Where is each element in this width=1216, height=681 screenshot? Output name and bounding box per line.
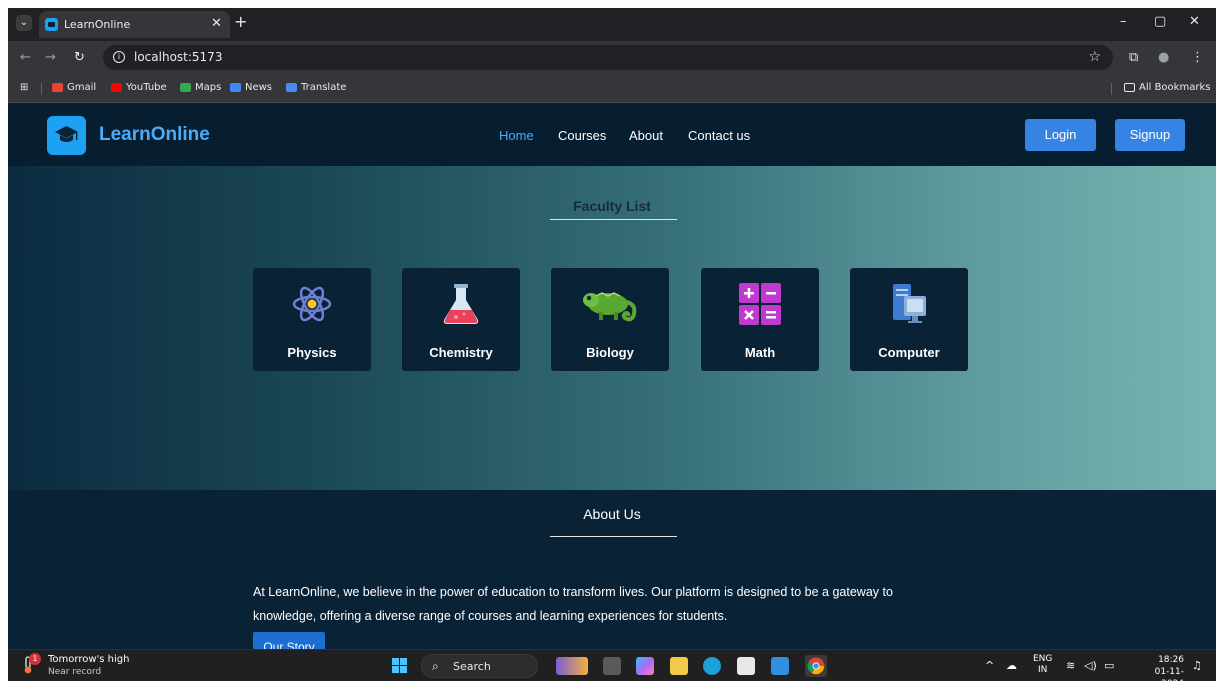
tab-search-chevron-icon[interactable]: ⌄ xyxy=(16,15,32,31)
search-icon: ⌕ xyxy=(432,659,439,673)
copilot-icon[interactable] xyxy=(636,657,654,675)
restore-button[interactable]: ▢ xyxy=(1154,14,1166,29)
bookmark-star-icon[interactable]: ☆ xyxy=(1088,49,1101,65)
windows-start-icon[interactable] xyxy=(392,658,408,674)
weather-headline[interactable]: Tomorrow's high xyxy=(48,654,129,665)
our-story-button[interactable]: Our Story xyxy=(253,632,325,649)
graduation-cap-icon xyxy=(55,126,78,142)
faculty-label: Biology xyxy=(586,345,634,360)
login-button[interactable]: Login xyxy=(1025,119,1096,151)
nav-courses[interactable]: Courses xyxy=(558,128,606,143)
chrome-active-slot[interactable] xyxy=(805,655,827,677)
vscode-icon[interactable] xyxy=(771,657,789,675)
profile-avatar[interactable]: ● xyxy=(1158,50,1169,65)
notification-bell-icon[interactable]: ♫ xyxy=(1192,659,1202,672)
minimize-button[interactable]: – xyxy=(1120,14,1127,29)
faculty-card-chemistry[interactable]: Chemistry xyxy=(402,268,520,371)
browser-toolbar: ← → ↻ i localhost:5173 ☆ ⧉ ● ⋮ xyxy=(8,41,1216,75)
taskbar: 1 Tomorrow's high Near record ⌕ Search ^… xyxy=(8,649,1216,681)
forward-icon[interactable]: → xyxy=(45,50,56,65)
faculty-label: Computer xyxy=(878,345,940,360)
signup-button[interactable]: Signup xyxy=(1115,119,1185,151)
volume-icon[interactable]: ◁) xyxy=(1084,659,1097,672)
bookmark-translate[interactable]: Translate xyxy=(286,82,346,93)
atom-icon xyxy=(292,286,332,322)
weather-badge: 1 xyxy=(29,653,41,665)
browser-tab[interactable]: LearnOnline ✕ xyxy=(39,11,230,38)
edge-icon[interactable] xyxy=(703,657,721,675)
bookmark-separator xyxy=(1111,83,1112,95)
brand-name[interactable]: LearnOnline xyxy=(99,124,210,146)
faculty-card-math[interactable]: Math xyxy=(701,268,819,371)
store-icon[interactable] xyxy=(737,657,755,675)
faculty-label: Chemistry xyxy=(429,345,493,360)
chameleon-icon xyxy=(583,292,637,322)
faculty-title-underline xyxy=(550,219,677,220)
new-tab-button[interactable]: + xyxy=(234,12,247,31)
taskbar-search[interactable]: ⌕ Search xyxy=(421,654,538,678)
all-bookmarks[interactable]: All Bookmarks xyxy=(1124,82,1210,93)
task-view-icon[interactable] xyxy=(603,657,621,675)
clock[interactable]: 18:26 01-11-2024 xyxy=(1134,654,1184,681)
maps-icon xyxy=(180,83,191,92)
bookmark-gmail[interactable]: Gmail xyxy=(52,82,96,93)
flask-icon xyxy=(443,284,479,324)
language-indicator[interactable]: ENG IN xyxy=(1033,654,1052,676)
site-info-icon[interactable]: i xyxy=(113,51,125,63)
tab-close-icon[interactable]: ✕ xyxy=(211,16,222,31)
faculty-card-computer[interactable]: Computer xyxy=(850,268,968,371)
back-icon[interactable]: ← xyxy=(20,50,31,65)
gmail-icon xyxy=(52,83,63,92)
battery-icon[interactable]: ▭ xyxy=(1104,659,1114,672)
screen: ⌄ LearnOnline ✕ + – ▢ ✕ ← → ↻ i localhos… xyxy=(8,8,1216,681)
bookmark-news[interactable]: News xyxy=(230,82,272,93)
nav-about[interactable]: About xyxy=(629,128,663,143)
youtube-icon xyxy=(111,83,122,92)
widgets-icon[interactable] xyxy=(556,657,588,675)
nav-home[interactable]: Home xyxy=(499,128,534,143)
translate-icon xyxy=(286,83,297,92)
logo[interactable] xyxy=(47,116,86,155)
faculty-label: Math xyxy=(744,345,776,360)
bookmark-youtube[interactable]: YouTube xyxy=(111,82,167,93)
about-text: At LearnOnline, we believe in the power … xyxy=(253,585,893,623)
faculty-label: Physics xyxy=(287,345,337,360)
tab-title: LearnOnline xyxy=(64,18,131,31)
about-title-underline xyxy=(550,536,677,537)
bookmarks-bar: ⊞ Gmail YouTube Maps News Translate All … xyxy=(8,75,1216,103)
about-section: About Us At LearnOnline, we believe in t… xyxy=(8,490,1216,649)
weather-subline[interactable]: Near record xyxy=(48,667,101,677)
show-hidden-icons[interactable]: ^ xyxy=(985,659,994,672)
apps-grid-icon[interactable]: ⊞ xyxy=(20,82,28,93)
news-icon xyxy=(230,83,241,92)
wifi-icon[interactable]: ≋ xyxy=(1066,659,1075,672)
faculty-card-physics[interactable]: Physics xyxy=(253,268,371,371)
chrome-icon xyxy=(807,657,825,675)
faculty-card-biology[interactable]: Biology xyxy=(551,268,669,371)
computer-icon xyxy=(893,284,926,323)
site-header: LearnOnline Home Courses About Contact u… xyxy=(8,103,1216,166)
reload-icon[interactable]: ↻ xyxy=(74,50,85,65)
nav-contact[interactable]: Contact us xyxy=(688,128,750,143)
folder-icon xyxy=(1124,83,1135,92)
favicon-icon xyxy=(45,18,58,31)
address-bar[interactable]: i localhost:5173 ☆ xyxy=(103,45,1113,70)
faculty-title: Faculty List xyxy=(573,198,651,214)
tab-strip: ⌄ LearnOnline ✕ + – ▢ ✕ xyxy=(8,8,1216,38)
faculty-section: Faculty List Physics Chemistry Biology M… xyxy=(8,166,1216,490)
url-text[interactable]: localhost:5173 xyxy=(134,50,222,64)
bookmark-separator xyxy=(41,83,42,95)
calculator-icon xyxy=(739,283,781,325)
bookmark-maps[interactable]: Maps xyxy=(180,82,221,93)
menu-kebab-icon[interactable]: ⋮ xyxy=(1191,50,1204,65)
search-label: Search xyxy=(453,660,491,673)
web-page: LearnOnline Home Courses About Contact u… xyxy=(8,103,1216,649)
file-explorer-icon[interactable] xyxy=(670,657,688,675)
extensions-icon[interactable]: ⧉ xyxy=(1129,50,1138,65)
about-title: About Us xyxy=(583,506,641,522)
close-window-button[interactable]: ✕ xyxy=(1189,14,1200,29)
onedrive-icon[interactable]: ☁ xyxy=(1006,659,1017,672)
